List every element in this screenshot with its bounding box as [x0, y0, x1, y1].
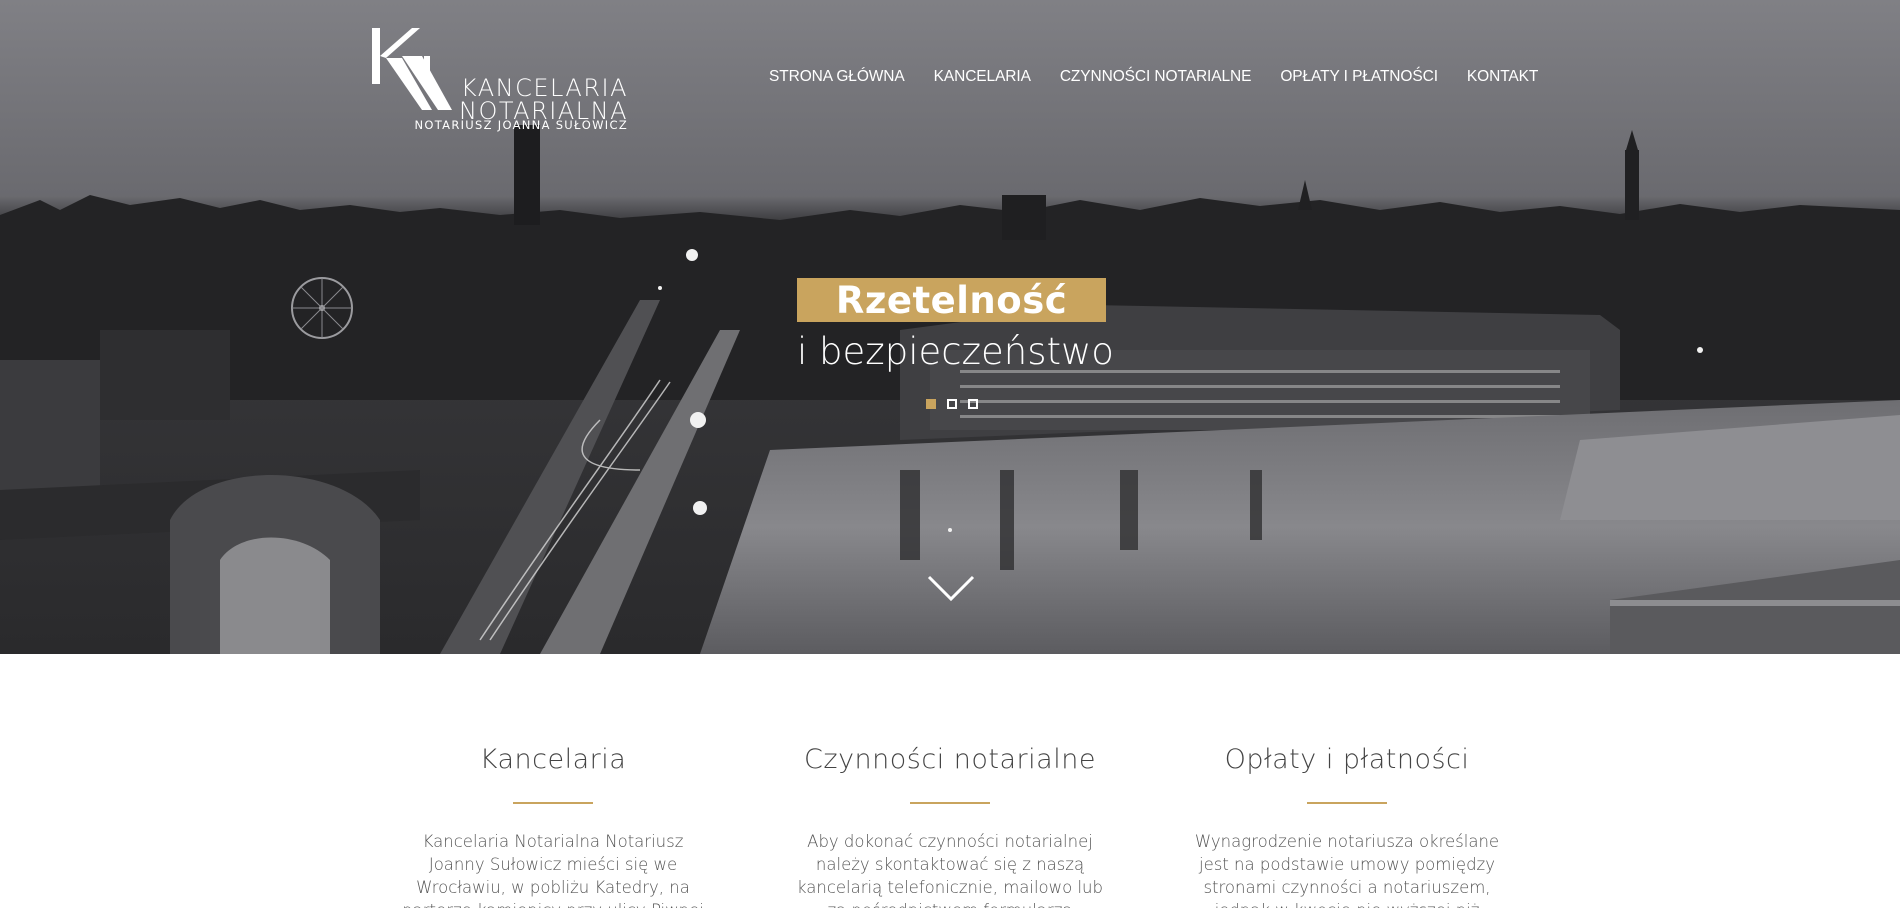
nav-item-czynnosci[interactable]: CZYNNOŚCI NOTARIALNE	[1060, 68, 1252, 86]
feature-text: Kancelaria Notarialna Notariusz Joanny S…	[402, 832, 704, 908]
features-section: Kancelaria Kancelaria Notarialna Notariu…	[0, 654, 1900, 908]
slide-title: Rzetelność	[835, 278, 1068, 322]
chevron-down-icon[interactable]	[927, 574, 975, 604]
hero-slider: KANCELARIA NOTARIALNA NOTARIUSZ JOANNA S…	[0, 0, 1900, 654]
logo-kn-monogram-icon	[372, 28, 452, 110]
slider-dot-1[interactable]	[926, 399, 936, 409]
title-divider	[1307, 802, 1387, 804]
feature-text: Wynagrodzenie notariusza określane jest …	[1194, 832, 1500, 908]
feature-czynnosci: Czynności notarialne Aby dokonać czynnoś…	[790, 744, 1110, 908]
site-logo[interactable]: KANCELARIA NOTARIALNA NOTARIUSZ JOANNA S…	[372, 28, 632, 132]
nav-item-kontakt[interactable]: KONTAKT	[1467, 68, 1538, 86]
nav-item-oplaty[interactable]: OPŁATY I PŁATNOŚCI	[1280, 68, 1438, 86]
title-divider	[513, 802, 593, 804]
nav-item-home[interactable]: STRONA GŁÓWNA	[769, 68, 905, 86]
feature-title: Opłaty i płatności	[1224, 744, 1470, 775]
slider-dot-2[interactable]	[947, 399, 957, 409]
feature-text: Aby dokonać czynności notarialnej należy…	[797, 832, 1103, 908]
slide-subtitle: i bezpieczeństwo	[797, 330, 1114, 373]
feature-kancelaria: Kancelaria Kancelaria Notarialna Notariu…	[393, 744, 713, 908]
feature-title: Czynności notarialne	[804, 744, 1096, 775]
city-background-image	[0, 0, 1900, 654]
logo-line-3: NOTARIUSZ JOANNA SUŁOWICZ	[414, 118, 628, 132]
title-divider	[910, 802, 990, 804]
nav-item-kancelaria[interactable]: KANCELARIA	[934, 68, 1031, 86]
slider-pagination	[926, 399, 978, 409]
main-nav: STRONA GŁÓWNA KANCELARIA CZYNNOŚCI NOTAR…	[769, 68, 1538, 86]
feature-oplaty: Opłaty i płatności Wynagrodzenie notariu…	[1187, 744, 1507, 908]
slider-dot-3[interactable]	[968, 399, 978, 409]
slide-title-box: Rzetelność	[797, 278, 1106, 322]
feature-title: Kancelaria	[479, 744, 627, 775]
